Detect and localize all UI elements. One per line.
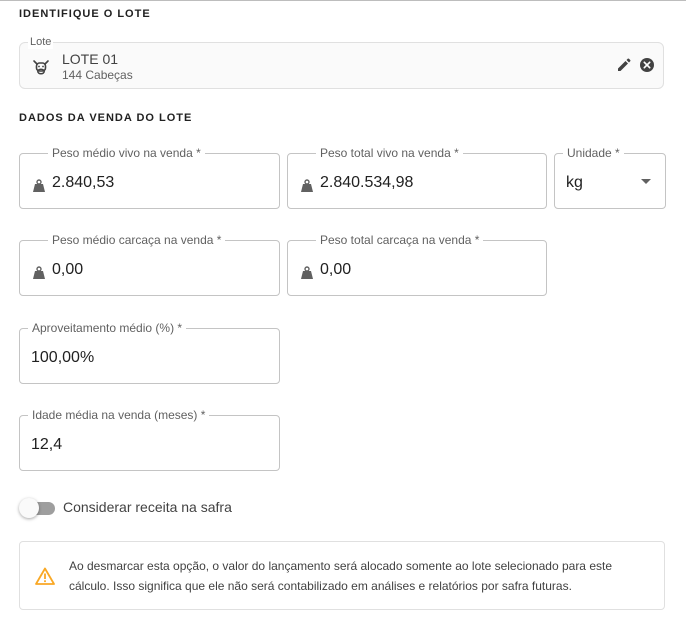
lote-label: Lote: [28, 35, 54, 49]
lote-name: LOTE 01: [62, 51, 119, 67]
receita-safra-toggle[interactable]: [19, 498, 57, 518]
aproveitamento-field[interactable]: Aproveitamento médio (%) * 100,00%: [19, 321, 280, 384]
unidade-label: Unidade *: [563, 146, 624, 161]
aproveitamento-label: Aproveitamento médio (%) *: [28, 321, 187, 336]
unidade-select[interactable]: Unidade * kg: [554, 146, 666, 209]
weight-icon: [33, 179, 45, 192]
peso-medio-vivo-value: 2.840,53: [52, 174, 115, 191]
idade-label: Idade média na venda (meses) *: [28, 408, 210, 423]
peso-medio-carcaca-label: Peso médio carcaça na venda *: [48, 233, 226, 248]
peso-medio-carcaca-value: 0,00: [52, 261, 84, 278]
receita-safra-label: Considerar receita na safra: [63, 499, 232, 515]
clear-icon[interactable]: [639, 57, 655, 73]
sale-section-title: DADOS DA VENDA DO LOTE: [19, 112, 193, 124]
weight-icon: [301, 266, 313, 279]
peso-total-carcaca-label: Peso total carcaça na venda *: [316, 233, 484, 248]
peso-total-carcaca-value: 0,00: [320, 261, 352, 278]
top-divider: [0, 0, 686, 1]
edit-icon[interactable]: [616, 57, 632, 73]
cow-icon: [33, 60, 49, 75]
peso-medio-vivo-label: Peso médio vivo na venda *: [48, 146, 205, 161]
peso-total-vivo-field[interactable]: Peso total vivo na venda * 2.840.534,98: [287, 146, 547, 209]
peso-medio-vivo-field[interactable]: Peso médio vivo na venda * 2.840,53: [19, 146, 280, 209]
warning-text: Ao desmarcar esta opção, o valor do lanç…: [69, 559, 612, 593]
peso-total-carcaca-field[interactable]: Peso total carcaça na venda * 0,00: [287, 233, 547, 296]
peso-medio-carcaca-field[interactable]: Peso médio carcaça na venda * 0,00: [19, 233, 280, 296]
lote-selector[interactable]: Lote LOTE 01 144 Cabeças: [19, 35, 664, 89]
warning-alert: Ao desmarcar esta opção, o valor do lanç…: [19, 541, 665, 610]
identify-section-title: IDENTIFIQUE O LOTE: [19, 8, 151, 20]
aproveitamento-value: 100,00%: [31, 349, 95, 366]
peso-total-vivo-value: 2.840.534,98: [320, 174, 414, 191]
weight-icon: [33, 266, 45, 279]
weight-icon: [301, 179, 313, 192]
lote-head-count: 144 Cabeças: [62, 68, 133, 82]
idade-field[interactable]: Idade média na venda (meses) * 12,4: [19, 408, 280, 471]
unidade-value: kg: [566, 174, 583, 191]
chevron-down-icon[interactable]: [641, 179, 651, 184]
warning-icon: [35, 567, 55, 585]
toggle-thumb: [19, 498, 39, 518]
peso-total-vivo-label: Peso total vivo na venda *: [316, 146, 463, 161]
idade-value: 12,4: [31, 436, 63, 453]
